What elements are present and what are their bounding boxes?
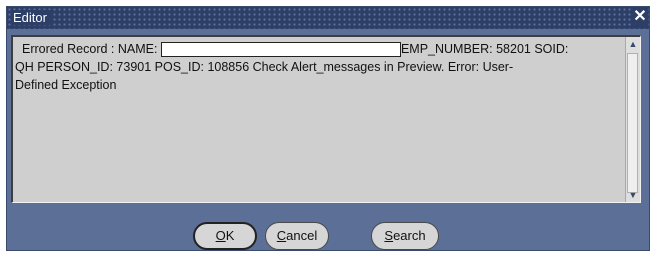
ok-mnemonic: O (215, 228, 226, 243)
message-line-3: Defined Exception (15, 78, 117, 92)
title-bar[interactable]: Editor ✕ (7, 7, 649, 29)
cancel-button[interactable]: Cancel (265, 222, 329, 250)
redacted-name-box (160, 42, 401, 57)
message-emp-number: EMP_NUMBER: 58201 SOID: (400, 42, 569, 56)
scroll-thumb[interactable] (627, 53, 638, 193)
window-title: Editor (13, 10, 51, 25)
error-message: Errored Record : NAME: EMP_NUMBER: 58201… (15, 40, 623, 94)
editor-window: Editor ✕ Errored Record : NAME: EMP_NUMB… (6, 6, 650, 251)
message-line-2: QH PERSON_ID: 73901 POS_ID: 108856 Check… (15, 60, 514, 74)
ok-label-rest: K (225, 228, 235, 243)
ok-button[interactable]: OK (193, 222, 257, 250)
search-mnemonic: S (384, 228, 394, 243)
scroll-up-icon[interactable]: ▲ (626, 37, 640, 51)
scroll-down-icon[interactable]: ▼ (626, 188, 640, 202)
cancel-label-rest: ancel (286, 228, 318, 243)
cancel-mnemonic: C (276, 228, 287, 243)
message-text-area[interactable]: Errored Record : NAME: EMP_NUMBER: 58201… (11, 35, 641, 203)
search-button[interactable]: Search (371, 222, 439, 250)
close-icon[interactable]: ✕ (633, 8, 647, 26)
vertical-scrollbar[interactable]: ▲ ▼ (625, 37, 640, 202)
message-prefix: Errored Record : NAME: (22, 42, 158, 56)
search-label-rest: earch (393, 228, 426, 243)
